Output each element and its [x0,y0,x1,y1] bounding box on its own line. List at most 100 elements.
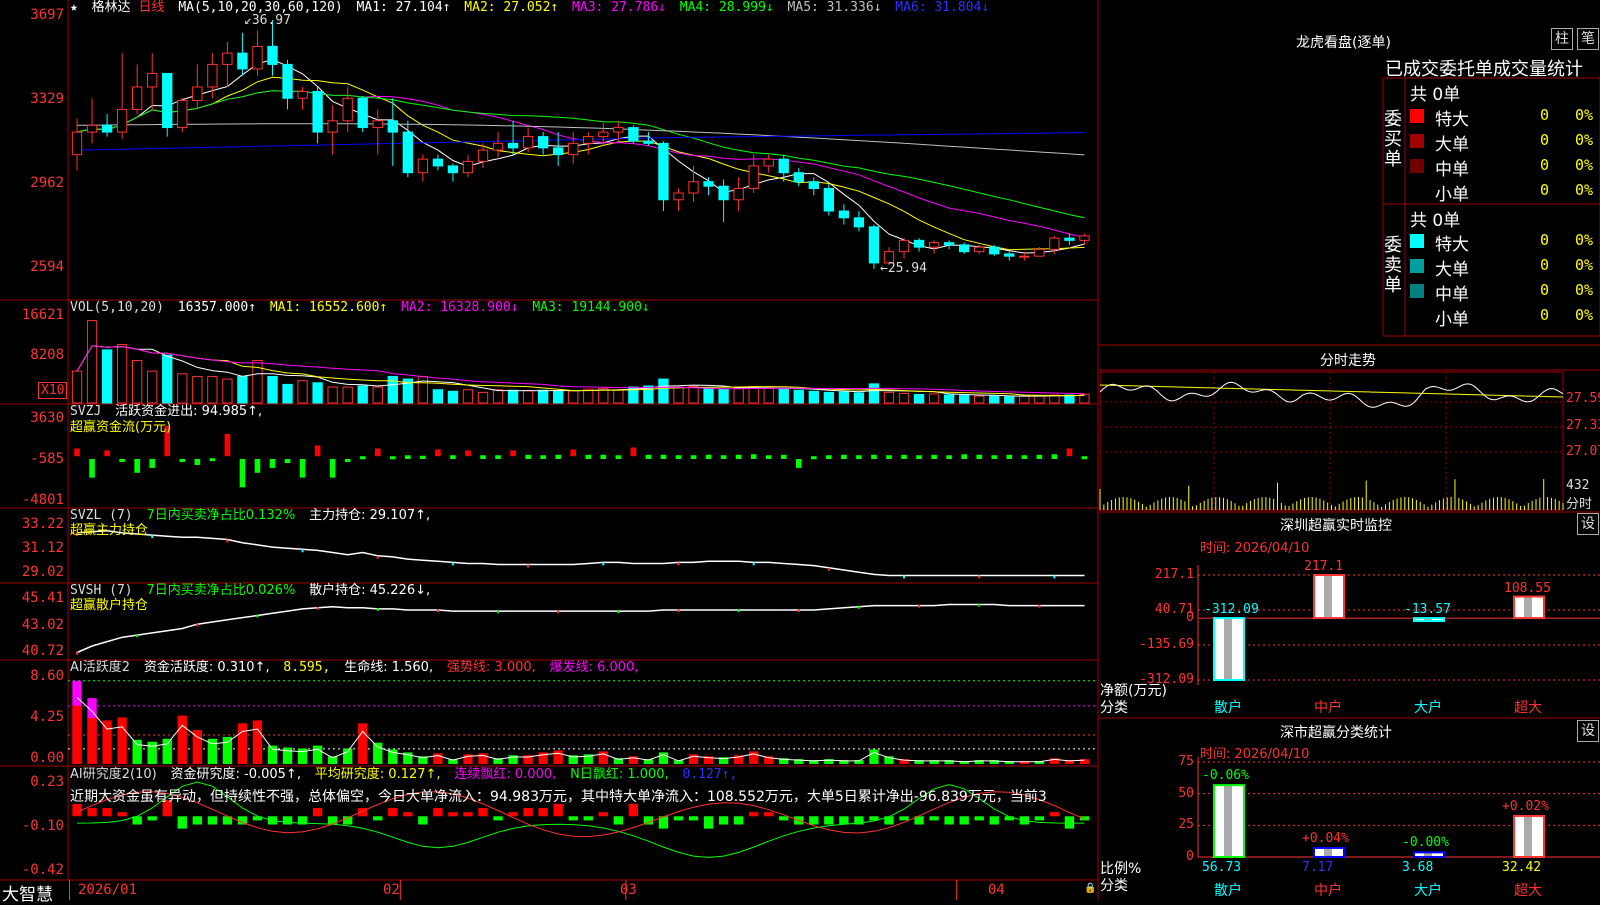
sz-class-category: 散户 [1214,883,1242,899]
svsh-tick [1038,604,1041,608]
svsh-tick [256,614,259,618]
volume-bar [237,375,248,404]
volume-bar [71,370,83,404]
candle-body [1049,237,1060,250]
tick-view-button[interactable]: 笔 [1577,28,1599,50]
volume-bar [583,388,594,404]
candle-body [387,120,398,133]
ma6-line [76,132,1085,151]
candle-body [342,97,353,122]
svzj-bar [405,455,411,459]
svzj-bar [314,445,321,457]
research-bar [192,816,202,825]
order-type-label: 特大 [1435,235,1469,255]
active-bar [132,739,142,764]
svzj-bar [254,458,261,473]
sz-class-category: 中户 [1314,883,1342,899]
svzj-bar [194,458,201,465]
svzj-bar [946,455,952,459]
sz-class-bar-stripe [1224,785,1232,857]
research-bar [117,812,127,817]
svzj-bar [389,456,396,460]
volume-bar [477,391,489,404]
candle-body [447,165,459,174]
svzj-tick-3: -4801 [21,492,64,508]
svzl-line [76,529,1085,577]
volume-bar [282,383,293,404]
sz-class-bar-stripe [1324,847,1332,857]
candle-body [748,165,759,189]
ai-active-tick-2: 4.25 [30,709,64,725]
sz-monitor-value-label: -312.09 [1204,602,1259,618]
volume-bar [568,390,579,404]
svzl-tick [903,575,906,579]
research-bar [147,816,157,821]
svsh-label2: 散户持仓: 45.226↓, [309,583,431,598]
candle-body [553,147,564,156]
svzj-bar [871,454,877,459]
svzj-bar [750,454,757,459]
svsh-label: 7日内买卖净占比0.026% [146,583,296,598]
svzj-bar [856,455,862,459]
sz-class-category: 超大 [1514,883,1542,899]
vol-unit-badge[interactable]: X10 [38,382,68,399]
candle-body [898,239,910,253]
active-bar [147,741,157,764]
svzj-tick-1: 3630 [30,410,64,426]
candle-body [147,72,158,88]
volume-bar [793,389,804,404]
candle-body [207,63,218,88]
svsh-tick [797,609,800,612]
research-bar [102,808,112,817]
ai-active-l2: 8.595, [283,660,331,675]
volume-bar [132,359,143,404]
active-bar [553,750,563,764]
ma5-value: MA5: 31.336↓ [787,0,882,15]
lock-icon[interactable]: 🔒 [1084,883,1096,894]
candle-body [1004,253,1015,257]
active-bar [177,715,187,764]
active-bar-inner [72,705,82,764]
research-bar [974,816,984,821]
research-bar [418,816,428,825]
volume-bar [192,375,203,404]
star-icon[interactable]: ★ [70,0,78,15]
sz-monitor-tick: 0 [1186,610,1194,626]
candle-body [868,226,880,264]
order-count: 0 [1540,106,1550,124]
svzj-bar [510,450,516,457]
ma1-line [76,58,1085,254]
research-bar [282,816,293,825]
active-bar [688,754,699,764]
candle-body [778,158,789,174]
research-bar [388,808,398,817]
sz-class-settings-button[interactable]: 设 [1577,720,1599,742]
period-label[interactable]: 日线 [139,0,165,15]
volume-bar [86,320,98,404]
high-annotation: ↙36.97 [244,13,291,28]
order-percent: 0% [1575,106,1594,124]
candle-body [477,149,489,162]
svzj-bar [645,454,652,459]
research-bar [583,816,593,821]
sz-monitor-bar [1413,617,1445,623]
order-type-label: 特大 [1435,110,1469,130]
svzj-bar [74,448,80,457]
research-bar [598,812,608,817]
svzj-bar [465,450,471,457]
kline-chart-canvas[interactable] [0,0,1600,900]
volume-bar [733,388,744,404]
sz-class-tick: 0 [1186,849,1194,864]
order-count: 0 [1540,306,1550,324]
svsh-tick [557,610,560,614]
bar-view-button[interactable]: 柱 [1551,28,1573,50]
buy-order-label: 委买单 [1384,109,1402,170]
sz-class-bar [1213,784,1245,859]
active-bar [222,736,233,764]
sz-monitor-settings-button[interactable]: 设 [1577,513,1599,535]
volume-bar [913,393,925,404]
svzj-bar [239,458,246,488]
research-bar [1079,816,1090,821]
svzj-bar [450,455,456,459]
sz-monitor-bar-stripe [1524,596,1532,619]
